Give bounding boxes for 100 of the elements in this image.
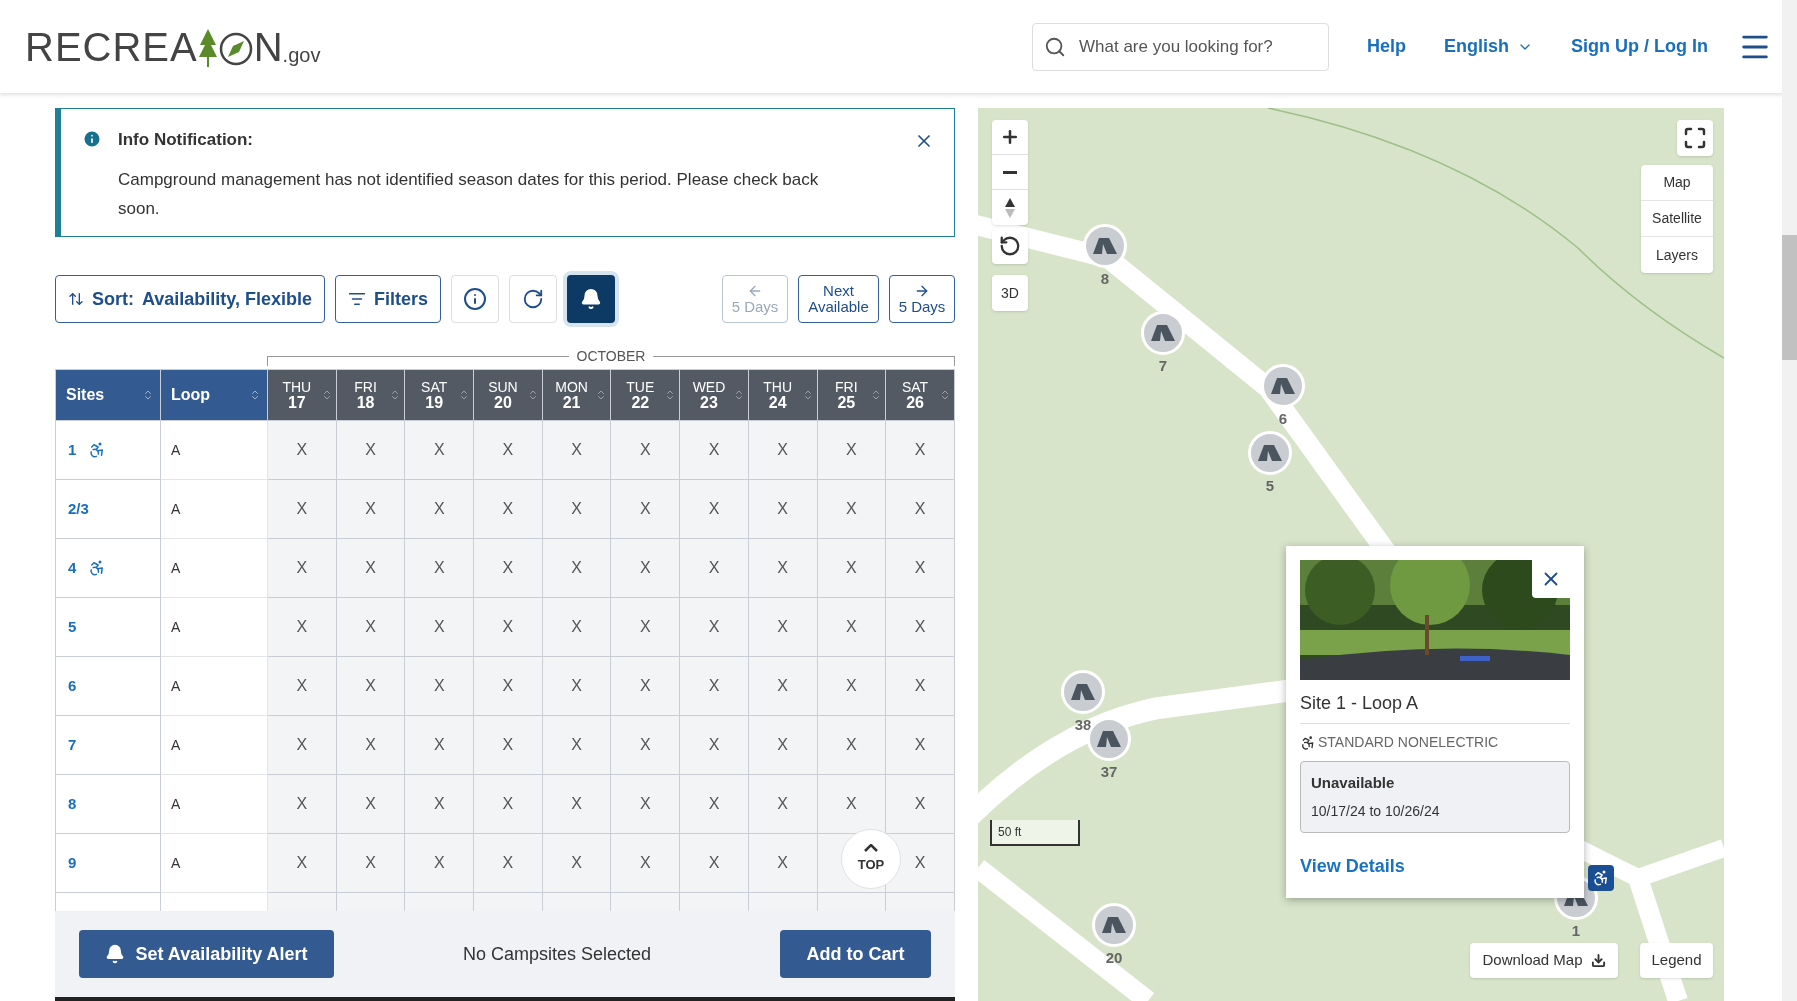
availability-cell[interactable]: X [571, 441, 582, 458]
site-link[interactable]: 6 [68, 674, 77, 698]
availability-cell[interactable]: X [708, 677, 720, 694]
availability-cell[interactable]: X [914, 500, 926, 517]
site-link[interactable]: 9 [68, 851, 77, 875]
availability-cell[interactable]: X [502, 795, 514, 812]
availability-cell[interactable]: X [433, 736, 445, 753]
availability-cell[interactable]: X [708, 500, 720, 517]
availability-cell[interactable]: X [708, 441, 720, 458]
availability-cell[interactable]: X [639, 854, 651, 871]
availability-cell[interactable]: X [365, 736, 376, 753]
refresh-button[interactable] [509, 275, 558, 323]
availability-cell[interactable]: X [914, 677, 926, 694]
availability-cell[interactable]: X [914, 618, 926, 635]
search-field[interactable]: What are you looking for? [1032, 22, 1329, 71]
availability-cell[interactable]: X [846, 618, 857, 635]
info-button[interactable] [451, 275, 500, 323]
availability-cell[interactable]: X [365, 559, 376, 576]
availability-cell[interactable]: X [708, 736, 720, 753]
availability-cell[interactable]: X [571, 795, 582, 812]
availability-cell[interactable]: X [914, 854, 926, 871]
availability-cell[interactable]: X [571, 736, 582, 753]
site-logo[interactable]: RECREA N.gov [25, 26, 321, 67]
add-to-cart-button[interactable]: Add to Cart [780, 930, 931, 978]
availability-cell[interactable]: X [502, 677, 514, 694]
availability-cell[interactable]: X [365, 441, 376, 458]
availability-cell[interactable]: X [433, 795, 445, 812]
date-header[interactable]: TUE 22 [610, 369, 680, 421]
availability-cell[interactable]: X [846, 559, 857, 576]
nav-link[interactable]: Sign Up / Log In [1571, 33, 1708, 60]
date-header[interactable]: SAT 26 [885, 369, 955, 421]
availability-cell[interactable]: X [708, 618, 720, 635]
availability-cell[interactable]: X [777, 795, 788, 812]
site-link[interactable]: 8 [68, 792, 77, 816]
availability-cell[interactable]: X [777, 559, 788, 576]
availability-cell[interactable]: X [777, 441, 788, 458]
availability-cell[interactable]: X [365, 854, 376, 871]
availability-cell[interactable]: X [846, 441, 857, 458]
date-header[interactable]: FRI 18 [336, 369, 405, 421]
date-header[interactable]: THU 17 [267, 369, 337, 421]
availability-cell[interactable]: X [571, 500, 582, 517]
availability-cell[interactable]: X [365, 618, 376, 635]
language-dropdown[interactable]: English [1444, 33, 1533, 60]
availability-cell[interactable]: X [846, 677, 857, 694]
availability-cell[interactable]: X [639, 500, 651, 517]
date-header[interactable]: MON 21 [542, 369, 611, 421]
availability-cell[interactable]: X [502, 441, 514, 458]
availability-cell[interactable]: X [502, 618, 514, 635]
availability-cell[interactable]: X [365, 677, 376, 694]
availability-cell[interactable]: X [639, 736, 651, 753]
availability-cell[interactable]: X [914, 559, 926, 576]
availability-cell[interactable]: X [708, 559, 720, 576]
set-alert-button[interactable]: Set Availability Alert [79, 930, 334, 978]
availability-cell[interactable]: X [502, 736, 514, 753]
availability-cell[interactable]: X [433, 677, 445, 694]
paging-button[interactable]: Next Available [798, 275, 879, 323]
site-link[interactable]: 7 [68, 733, 77, 757]
sort-button[interactable]: Sort: Availability, Flexible [55, 275, 326, 323]
availability-cell[interactable]: X [777, 677, 788, 694]
availability-cell[interactable]: X [571, 559, 582, 576]
availability-cell[interactable]: X [502, 559, 514, 576]
availability-cell[interactable]: X [914, 736, 926, 753]
paging-button[interactable]: 5 Days [889, 275, 955, 323]
availability-cell[interactable]: X [296, 500, 308, 517]
availability-cell[interactable]: X [708, 795, 720, 812]
site-link[interactable]: 5 [68, 615, 77, 639]
availability-cell[interactable]: X [639, 795, 651, 812]
availability-cell[interactable]: X [777, 500, 788, 517]
column-header[interactable]: Loop [160, 369, 268, 421]
availability-cell[interactable]: X [571, 618, 582, 635]
site-link[interactable]: 1 [68, 438, 77, 462]
availability-cell[interactable]: X [846, 500, 857, 517]
column-header[interactable]: Sites [55, 369, 161, 421]
availability-cell[interactable]: X [571, 677, 582, 694]
nav-link[interactable]: Help [1367, 33, 1406, 60]
availability-cell[interactable]: X [433, 559, 445, 576]
availability-cell[interactable]: X [639, 618, 651, 635]
availability-cell[interactable]: X [777, 618, 788, 635]
availability-cell[interactable]: X [296, 559, 308, 576]
availability-cell[interactable]: X [639, 677, 651, 694]
availability-cell[interactable]: X [777, 736, 788, 753]
availability-cell[interactable]: X [914, 795, 926, 812]
availability-cell[interactable]: X [365, 795, 376, 812]
availability-cell[interactable]: X [639, 441, 651, 458]
scrollbar[interactable] [1782, 0, 1797, 1001]
availability-cell[interactable]: X [296, 618, 308, 635]
availability-cell[interactable]: X [296, 736, 308, 753]
availability-cell[interactable]: X [433, 854, 445, 871]
availability-cell[interactable]: X [914, 441, 926, 458]
availability-cell[interactable]: X [433, 441, 445, 458]
availability-cell[interactable]: X [365, 500, 376, 517]
date-header[interactable]: FRI 25 [817, 369, 886, 421]
site-link[interactable]: 2/3 [68, 497, 89, 521]
availability-cell[interactable]: X [296, 677, 308, 694]
date-header[interactable]: SAT 19 [404, 369, 474, 421]
availability-cell[interactable]: X [296, 854, 308, 871]
site-link[interactable]: 4 [68, 556, 77, 580]
availability-cell[interactable]: X [502, 500, 514, 517]
availability-cell[interactable]: X [639, 559, 651, 576]
availability-cell[interactable]: X [433, 618, 445, 635]
